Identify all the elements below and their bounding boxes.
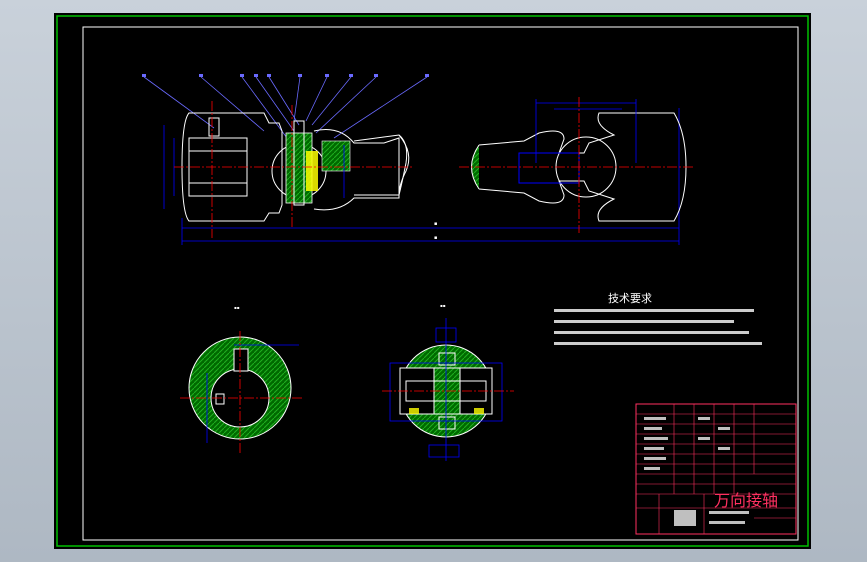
tech-req-heading: 技术要求 xyxy=(608,292,652,305)
svg-text:▪▪: ▪▪ xyxy=(440,303,446,308)
main-view-right xyxy=(459,97,694,233)
drawing-canvas: ▪ ▪ ▪▪ ▪▪ 技术要求 万向接轴 xyxy=(54,13,811,549)
cad-drawing: ▪ ▪ ▪▪ ▪▪ 技术要求 万向接轴 xyxy=(56,15,809,547)
technical-requirements: 技术要求 xyxy=(554,292,762,345)
svg-text:▪: ▪ xyxy=(434,221,437,227)
svg-text:▪▪: ▪▪ xyxy=(234,305,240,310)
title-block: 万向接轴 xyxy=(635,403,797,535)
section-view-a: ▪▪ xyxy=(180,305,302,453)
inner-frame xyxy=(82,26,799,541)
drawing-title: 万向接轴 xyxy=(714,491,778,510)
section-view-b: ▪▪ xyxy=(382,303,514,461)
svg-text:▪: ▪ xyxy=(434,235,437,241)
